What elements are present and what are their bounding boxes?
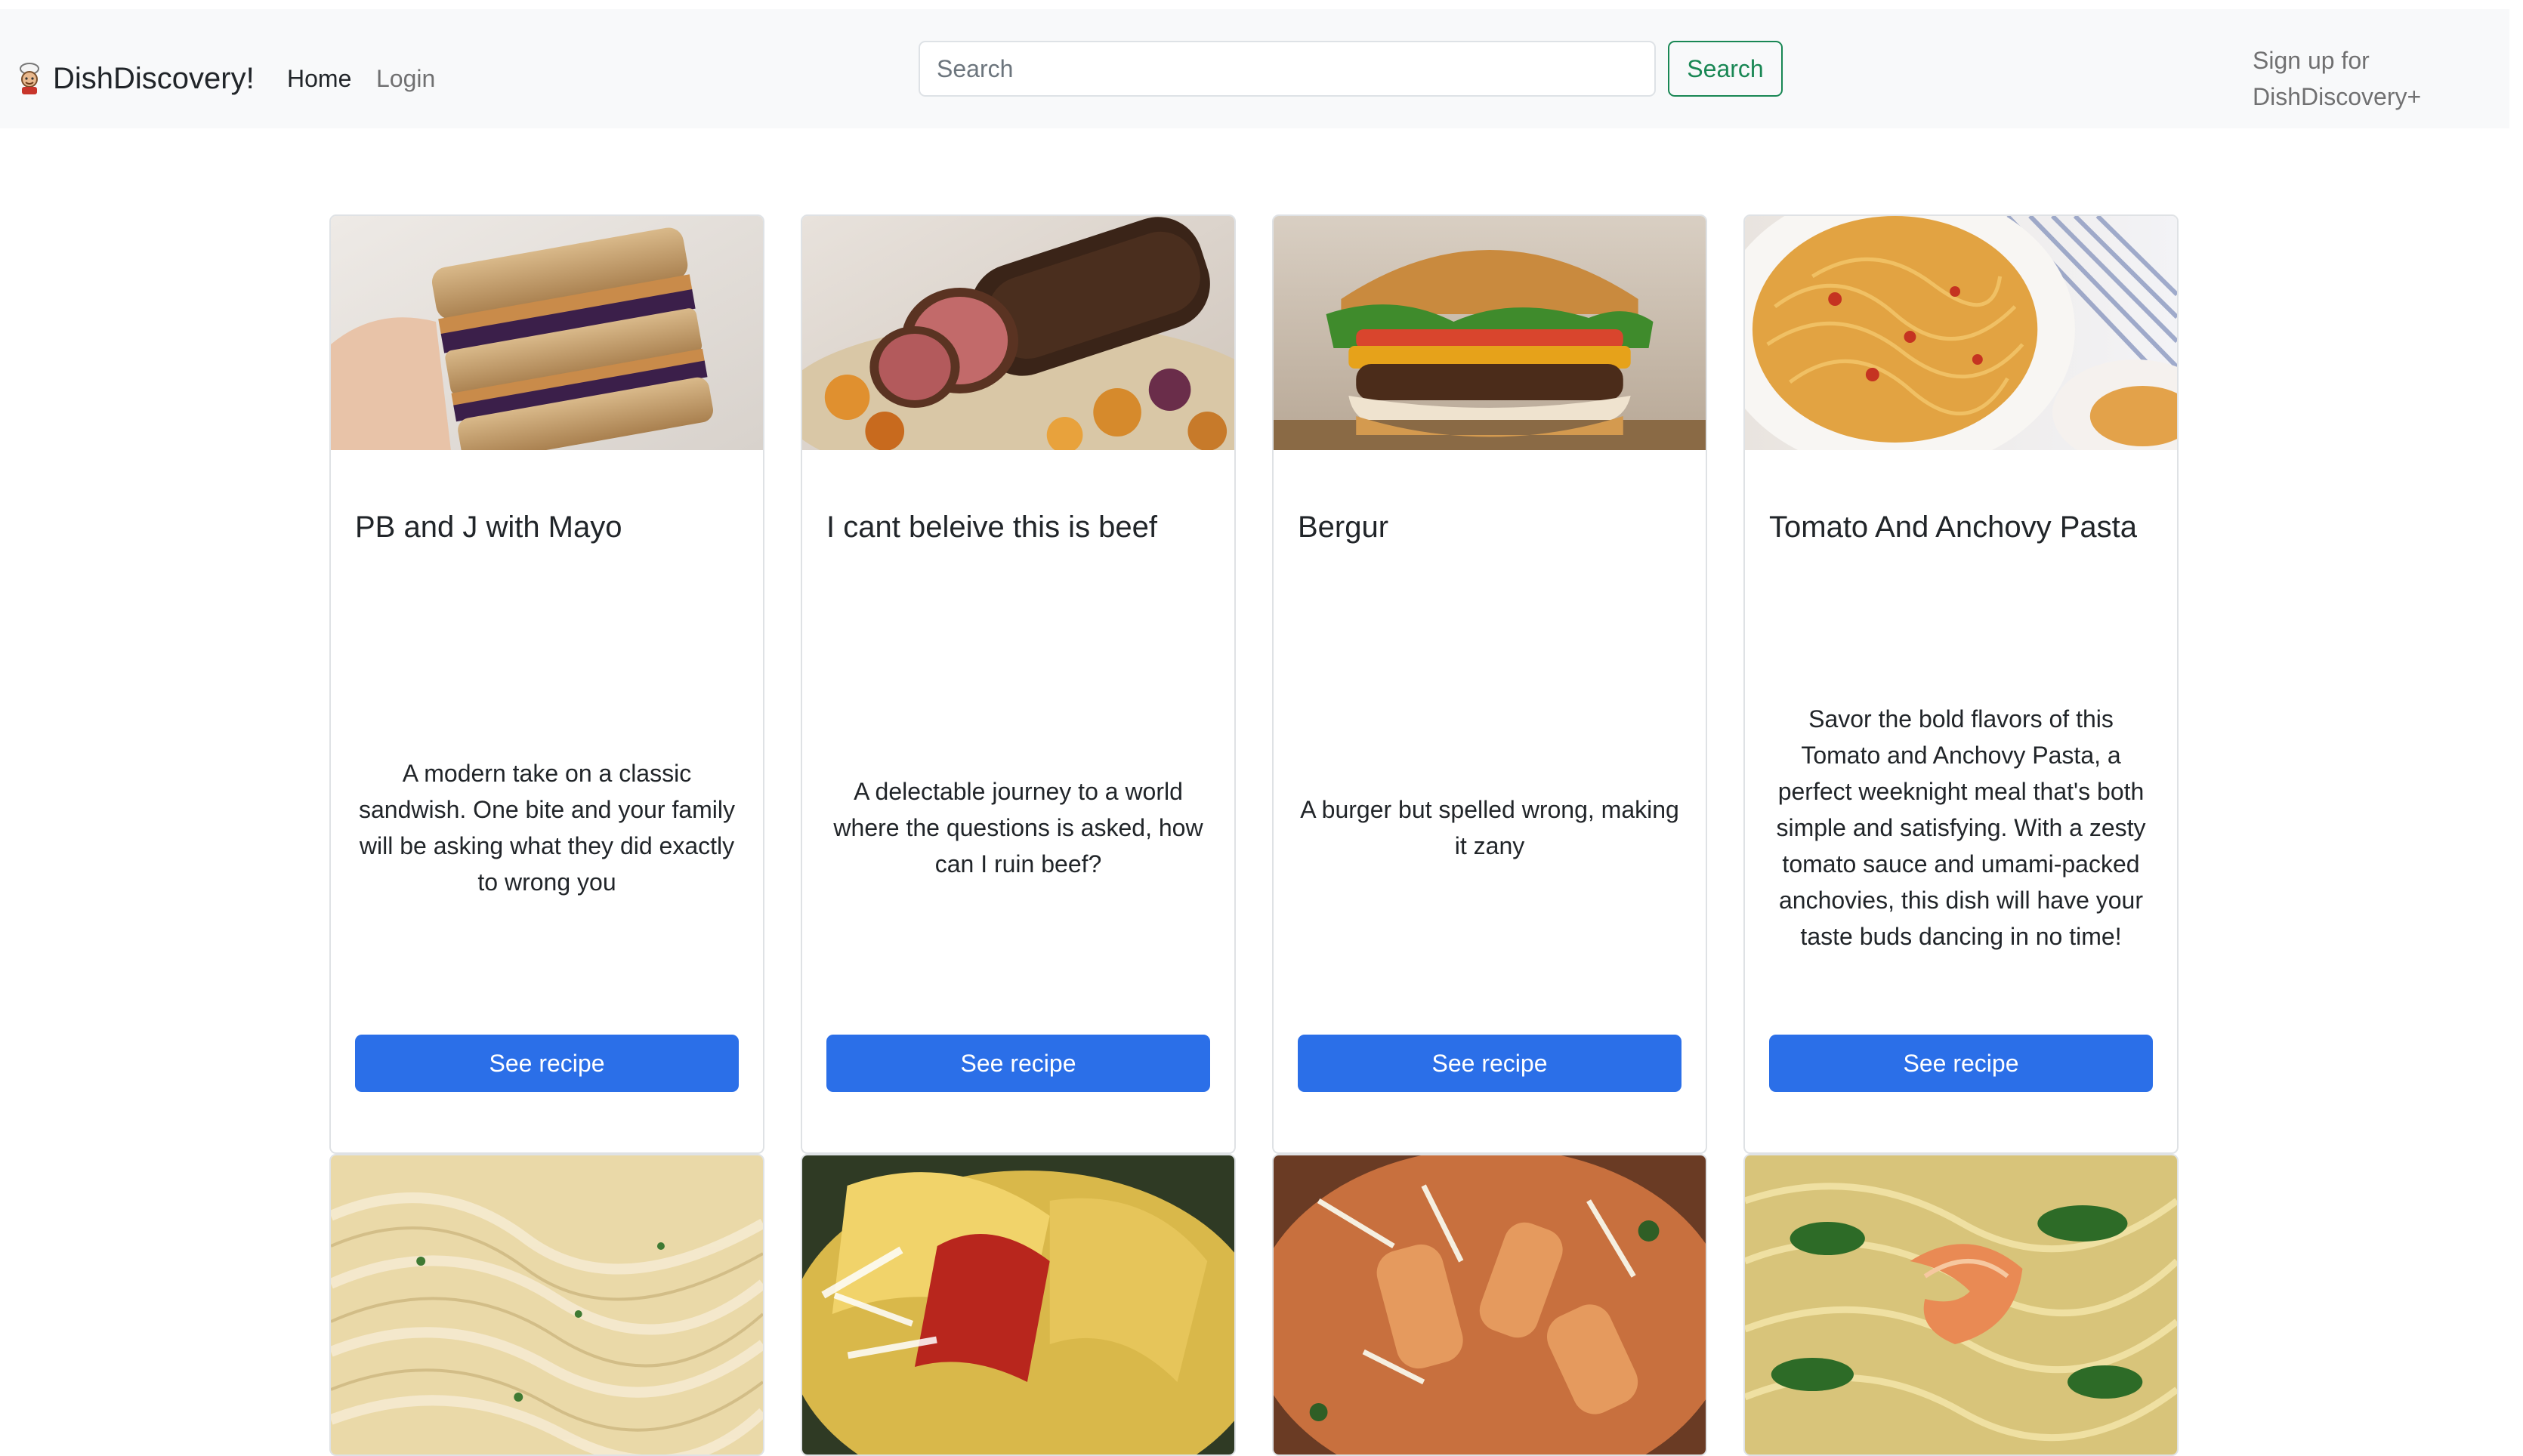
recipe-card [801,1154,1236,1456]
recipe-card: Bergur A burger but spelled wrong, makin… [1272,214,1707,1154]
shrimp-linguine-photo [1745,1155,2177,1454]
card-body: Bergur A burger but spelled wrong, makin… [1274,450,1706,1152]
card-title: Bergur [1298,511,1389,544]
nav-link-home[interactable]: Home [287,65,351,92]
card-description: Savor the bold flavors of this Tomato an… [1776,705,2146,950]
recipe-card: PB and J with Mayo A modern take on a cl… [329,214,764,1154]
navbar: DishDiscovery! Home Login Search Sign up… [0,9,2509,128]
brand-name: DishDiscovery! [53,61,255,95]
sliced-roast-beef-photo [802,216,1234,450]
card-description: A delectable journey to a world where th… [833,778,1203,878]
pb-and-j-sandwich-photo [331,216,763,450]
card-title: I cant beleive this is beef [826,511,1158,544]
burger-photo [1274,216,1706,450]
penne-parmesan-photo [1274,1155,1706,1454]
see-recipe-button[interactable]: See recipe [826,1035,1210,1092]
card-title: Tomato And Anchovy Pasta [1769,511,2137,544]
card-description: A burger but spelled wrong, making it za… [1300,796,1679,859]
card-body: PB and J with Mayo A modern take on a cl… [331,450,763,1152]
recipe-grid: PB and J with Mayo A modern take on a cl… [329,214,2179,1456]
signup-link[interactable]: Sign up for DishDiscovery+ [2253,42,2479,115]
spaghetti-photo [1745,216,2177,450]
recipe-card [329,1154,764,1456]
see-recipe-button[interactable]: See recipe [1769,1035,2153,1092]
recipe-card [1743,1154,2179,1456]
card-body: I cant beleive this is beef A delectable… [802,450,1234,1152]
pappardelle-tomato-photo [802,1155,1234,1454]
search-button[interactable]: Search [1668,41,1783,97]
fettuccine-alfredo-photo [331,1155,763,1454]
nav-link-login[interactable]: Login [376,65,435,92]
card-description: A modern take on a classic sandwish. One… [358,760,736,896]
card-body: Tomato And Anchovy Pasta Savor the bold … [1745,450,2177,1152]
see-recipe-button[interactable]: See recipe [1298,1035,1681,1092]
recipe-card [1272,1154,1707,1456]
recipe-card: Tomato And Anchovy Pasta Savor the bold … [1743,214,2179,1154]
brand-link[interactable]: DishDiscovery! [17,56,255,101]
see-recipe-button[interactable]: See recipe [355,1035,739,1092]
card-title: PB and J with Mayo [355,511,622,544]
recipe-card: I cant beleive this is beef A delectable… [801,214,1236,1154]
search-input[interactable] [919,41,1656,97]
brand-logo-icon [20,63,39,94]
